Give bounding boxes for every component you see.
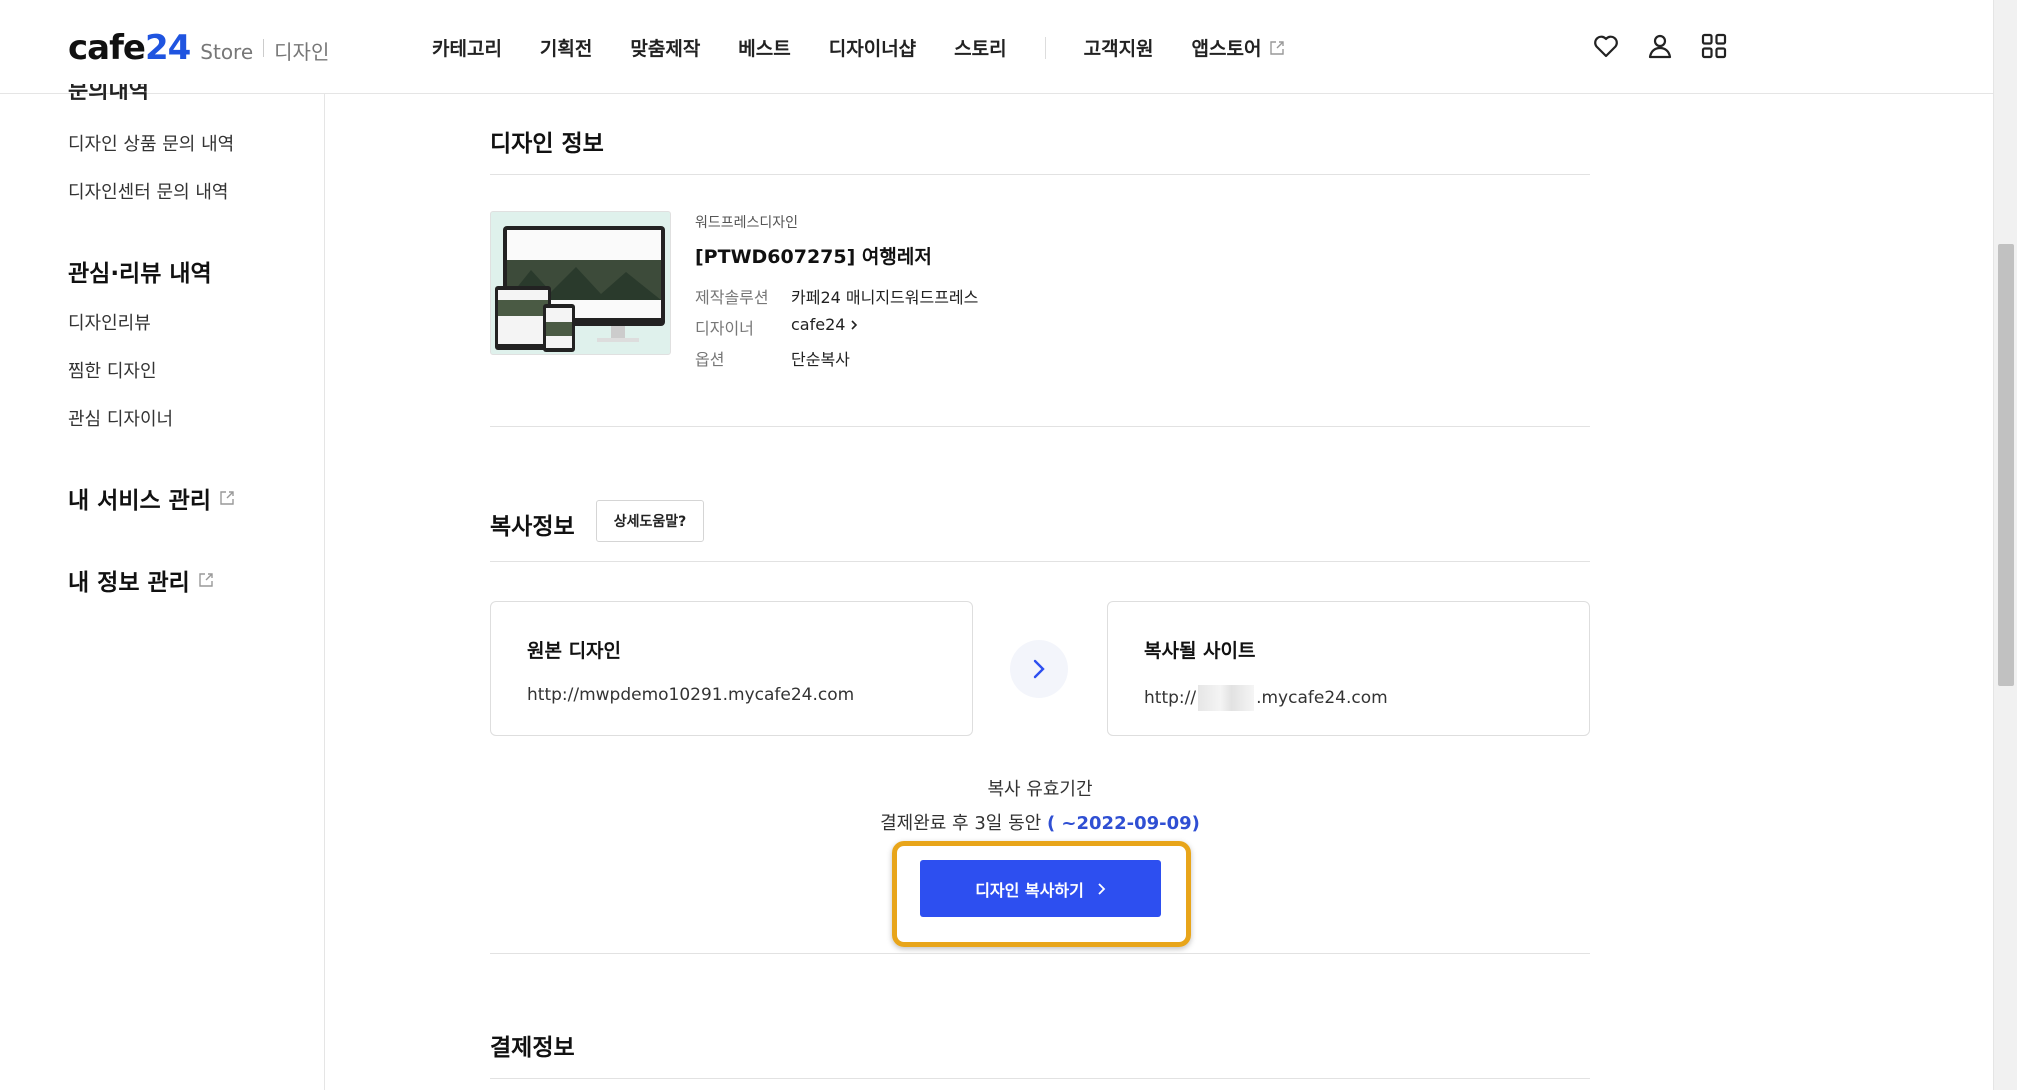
meta-label-designer: 디자이너 [695, 319, 754, 338]
external-link-icon [199, 573, 213, 587]
utility-icons [1592, 32, 1728, 60]
divider [490, 426, 1590, 427]
copy-info-title: 복사정보 [490, 514, 575, 540]
sidebar-item-my-info-label: 내 정보 관리 [68, 570, 190, 596]
heart-icon[interactable] [1592, 32, 1620, 60]
page-scrollbar[interactable] [1993, 0, 2017, 1090]
validity-date: ( ~2022-09-09) [1046, 813, 1200, 834]
divider [490, 1078, 1590, 1079]
nav-best[interactable]: 베스트 [738, 34, 790, 61]
target-url-suffix: .mycafe24.com [1256, 688, 1388, 708]
sidebar-item-design-review[interactable]: 디자인리뷰 [68, 309, 151, 335]
sidebar-heading-interest: 관심·리뷰 내역 [68, 261, 212, 287]
sidebar-item-my-info[interactable]: 내 정보 관리 [68, 563, 214, 597]
meta-label-solution: 제작솔루션 [695, 288, 769, 307]
validity-text: 결제완료 후 3일 동안 [880, 813, 1042, 834]
sidebar-item-fav-designer[interactable]: 관심 디자이너 [68, 405, 173, 431]
product-name[interactable]: [PTWD607275] 여행레저 [695, 242, 932, 269]
copy-design-button[interactable]: 디자인 복사하기 [920, 860, 1161, 917]
validity-period: 결제완료 후 3일 동안 ( ~2022-09-09) [490, 809, 1590, 835]
detail-help-button[interactable]: 상세도움말? [596, 500, 704, 542]
logo-cafe-text: cafe [68, 28, 146, 68]
product-category: 워드프레스디자인 [695, 215, 799, 231]
sidebar-item-design-inquiry[interactable]: 디자인 상품 문의 내역 [68, 130, 234, 156]
logo-design-text: 디자인 [274, 40, 330, 64]
validity-title: 복사 유효기간 [987, 779, 1093, 800]
product-thumbnail[interactable] [490, 211, 671, 355]
scrollbar-thumb[interactable] [1998, 244, 2014, 686]
divider [490, 561, 1590, 562]
nav-appstore[interactable]: 앱스토어 [1192, 34, 1286, 61]
design-info-title: 디자인 정보 [490, 131, 604, 157]
source-design-url: http://mwpdemo10291.mycafe24.com [527, 685, 855, 705]
copy-direction-indicator [1010, 640, 1068, 698]
target-site-card: 복사될 사이트 http:// .mycafe24.com [1107, 601, 1590, 736]
global-nav: 카테고리 기획전 맞춤제작 베스트 디자이너샵 스토리 고객지원 앱스토어 [432, 34, 1323, 61]
nav-divider [1044, 36, 1046, 59]
nav-category[interactable]: 카테고리 [432, 34, 502, 61]
masked-site-id [1198, 685, 1255, 711]
logo-24-text: 24 [144, 28, 191, 68]
divider [490, 953, 1590, 954]
nav-exhibition[interactable]: 기획전 [540, 34, 592, 61]
meta-value-designer: cafe24 [791, 315, 846, 334]
mypage-sidebar: 문의내역 디자인 상품 문의 내역 디자인센터 문의 내역 관심·리뷰 내역 디… [0, 84, 325, 1090]
target-url-prefix: http:// [1144, 688, 1197, 708]
top-header: cafe 24 Store 디자인 카테고리 기획전 맞춤제작 베스트 디자이너… [0, 0, 1993, 94]
meta-label-option: 옵션 [695, 350, 725, 369]
chevron-right-icon [1098, 882, 1106, 895]
external-link-icon [1270, 40, 1285, 55]
nav-custom[interactable]: 맞춤제작 [630, 34, 700, 61]
external-link-icon [220, 491, 234, 505]
designer-link[interactable]: cafe24 [791, 315, 859, 334]
meta-value-solution: 카페24 매니지드워드프레스 [791, 288, 979, 307]
nav-support[interactable]: 고객지원 [1084, 34, 1154, 61]
chevron-right-icon [851, 319, 858, 330]
product-preview-image [495, 226, 665, 352]
divider [490, 174, 1590, 175]
sidebar-item-my-service-label: 내 서비스 관리 [68, 488, 211, 514]
sidebar-item-my-service[interactable]: 내 서비스 관리 [68, 481, 235, 515]
payment-info-title: 결제정보 [490, 1035, 575, 1061]
meta-value-option: 단순복사 [791, 350, 850, 369]
nav-appstore-label: 앱스토어 [1191, 38, 1262, 60]
sidebar-item-liked-design[interactable]: 찜한 디자인 [68, 357, 157, 383]
source-design-title: 원본 디자인 [527, 640, 622, 662]
copy-design-button-label: 디자인 복사하기 [975, 880, 1084, 900]
sidebar-item-center-inquiry[interactable]: 디자인센터 문의 내역 [68, 178, 228, 204]
target-site-url: http:// .mycafe24.com [1144, 685, 1388, 711]
user-icon[interactable] [1646, 32, 1674, 60]
logo-divider [263, 39, 265, 57]
source-design-card: 원본 디자인 http://mwpdemo10291.mycafe24.com [490, 601, 973, 736]
logo-store-text: Store [200, 40, 254, 64]
grid-icon[interactable] [1700, 32, 1728, 60]
sidebar-heading-inquiry: 문의내역 [68, 84, 149, 100]
nav-designer-shop[interactable]: 디자이너샵 [829, 34, 916, 61]
target-site-title: 복사될 사이트 [1144, 640, 1256, 662]
chevron-right-icon [1033, 659, 1045, 679]
cafe24-logo[interactable]: cafe 24 Store 디자인 [68, 28, 329, 68]
nav-story[interactable]: 스토리 [954, 34, 1006, 61]
